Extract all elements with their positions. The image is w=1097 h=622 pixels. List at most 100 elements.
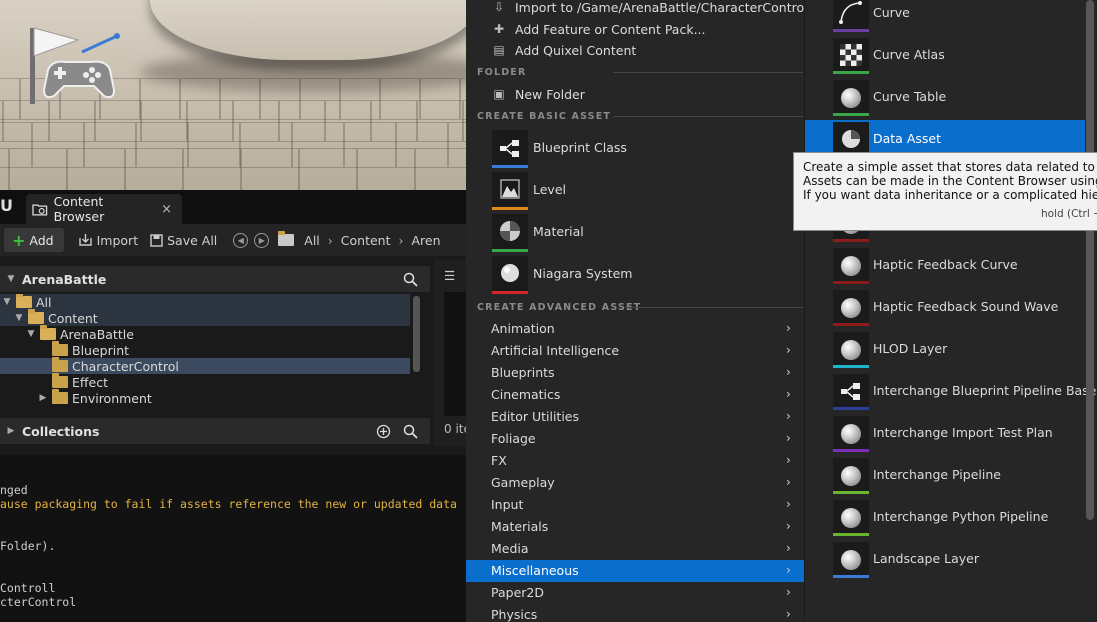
tree-item-content[interactable]: ▼ Content (0, 309, 410, 326)
asset-type-color-bar (492, 291, 528, 294)
submenu-item-interchange-blueprint-pipeline-base[interactable]: Interchange Blueprint Pipeline Base (805, 372, 1096, 412)
save-all-button[interactable]: Save All (144, 228, 223, 252)
floor-tile (183, 148, 241, 190)
menu-add-feature-pack[interactable]: ✚ Add Feature or Content Pack... (466, 18, 804, 40)
submenu-item-label: HLOD Layer (873, 341, 948, 356)
tree-scrollbar[interactable] (413, 296, 420, 372)
category-label: Animation (491, 321, 555, 336)
forward-icon[interactable]: ▶ (254, 232, 270, 248)
sources-header[interactable]: ▼ ArenaBattle (0, 266, 430, 292)
submenu-item-interchange-python-pipeline[interactable]: Interchange Python Pipeline (805, 498, 1085, 538)
folder-icon (28, 309, 44, 324)
tab-bar: U Content Browser × (0, 190, 466, 224)
collapsed-caret-icon[interactable]: ▶ (38, 393, 48, 403)
basic-asset-material[interactable]: Material (492, 214, 804, 252)
category-fx[interactable]: FX › (466, 450, 804, 472)
player-start-icon[interactable] (22, 22, 132, 107)
node-graph-glyph (841, 383, 860, 400)
category-physics[interactable]: Physics › (466, 604, 804, 622)
floor-tile (357, 148, 415, 190)
level-viewport[interactable] (0, 0, 466, 190)
basic-asset-niagara-system[interactable]: Niagara System (492, 256, 804, 294)
chevron-right-icon: › (786, 497, 791, 511)
tree-item-arenabattle[interactable]: ▼ ArenaBattle (0, 325, 410, 342)
content-browser-panel: U Content Browser × + Add Import Save Al… (0, 190, 471, 455)
chevron-right-icon: › (786, 519, 791, 533)
submenu-item-label: Interchange Import Test Plan (873, 425, 1053, 440)
basic-asset-blueprint-class[interactable]: Blueprint Class (492, 130, 804, 168)
basic-asset-label: Niagara System (533, 266, 633, 281)
collections-header[interactable]: ▶ Collections (0, 418, 430, 444)
breadcrumb-content[interactable]: Content (339, 228, 393, 252)
collapse-caret-icon[interactable]: ▼ (6, 274, 16, 284)
tab-content-browser[interactable]: Content Browser × (26, 194, 182, 224)
category-gameplay[interactable]: Gameplay › (466, 472, 804, 494)
close-tab-icon[interactable]: × (161, 202, 172, 217)
menu-import[interactable]: ⇩ Import to /Game/ArenaBattle/CharacterC… (466, 0, 820, 18)
category-miscellaneous[interactable]: Miscellaneous › (466, 560, 804, 582)
submenu-item-haptic-feedback-curve[interactable]: Haptic Feedback Curve (805, 246, 1085, 286)
category-input[interactable]: Input › (466, 494, 804, 516)
asset-view-panel: ☰ 0 ite (434, 260, 471, 446)
basic-asset-label: Level (533, 182, 566, 197)
submenu-scrollbar[interactable] (1086, 0, 1094, 520)
filter-icon[interactable]: ☰ (444, 268, 455, 283)
category-foliage[interactable]: Foliage › (466, 428, 804, 450)
asset-type-color-bar (833, 113, 869, 116)
category-artificial-intelligence[interactable]: Artificial Intelligence › (466, 340, 804, 362)
search-collections-icon[interactable] (403, 424, 418, 439)
submenu-item-interchange-import-test-plan[interactable]: Interchange Import Test Plan (805, 414, 1085, 454)
breadcrumb-arena[interactable]: Aren (409, 228, 442, 252)
tab-label: Content Browser (53, 194, 105, 224)
submenu-item-landscape-layer[interactable]: Landscape Layer (805, 540, 1085, 580)
basic-asset-level[interactable]: Level (492, 172, 804, 210)
tree-item-environment[interactable]: ▶ Environment (0, 389, 410, 406)
submenu-item-interchange-pipeline[interactable]: Interchange Pipeline (805, 456, 1085, 496)
category-media[interactable]: Media › (466, 538, 804, 560)
import-button[interactable]: Import (72, 228, 145, 252)
tree-item-charactercontrol[interactable]: CharacterControl (0, 357, 410, 374)
submenu-item-curve-atlas[interactable]: Curve Atlas (805, 36, 1085, 76)
expand-caret-icon[interactable]: ▶ (6, 426, 16, 436)
log-line: Controll (0, 581, 56, 595)
tree-item-label: All (36, 294, 52, 310)
add-button[interactable]: + Add (4, 228, 64, 252)
expanded-caret-icon[interactable]: ▼ (2, 297, 12, 307)
sphere-icon (833, 500, 869, 536)
sphere-icon (833, 458, 869, 494)
submenu-item-hlod-layer[interactable]: HLOD Layer (805, 330, 1085, 370)
chevron-right-icon: › (786, 475, 791, 489)
category-cinematics[interactable]: Cinematics › (466, 384, 804, 406)
asset-type-color-bar (833, 281, 869, 284)
add-collection-icon[interactable] (376, 424, 391, 439)
search-icon[interactable] (403, 272, 418, 287)
sphere-icon (841, 508, 861, 528)
expanded-caret-icon[interactable]: ▼ (14, 313, 24, 323)
chevron-right-icon: › (786, 453, 791, 467)
category-paper2d[interactable]: Paper2D › (466, 582, 804, 604)
category-label: Cinematics (491, 387, 561, 402)
submenu-item-curve[interactable]: Curve (805, 0, 1085, 34)
log-line: nged (0, 483, 28, 497)
tree-item-all[interactable]: ▼ All (0, 294, 410, 310)
submenu-item-curve-table[interactable]: Curve Table (805, 78, 1085, 118)
section-basic-asset: CREATE BASIC ASSET (477, 110, 803, 122)
submenu-item-haptic-feedback-sound-wave[interactable]: Haptic Feedback Sound Wave (805, 288, 1085, 328)
tree-item-label: Content (48, 310, 98, 326)
category-materials[interactable]: Materials › (466, 516, 804, 538)
miscellaneous-submenu: Curve Curve Atlas Curve Table Data Asset Hap… (804, 0, 1097, 622)
tree-item-blueprint[interactable]: Blueprint (0, 341, 410, 358)
asset-grid[interactable] (444, 292, 466, 416)
tree-item-effect[interactable]: Effect (0, 373, 410, 390)
menu-new-folder[interactable]: ▣ New Folder (466, 83, 804, 105)
breadcrumb-all[interactable]: All (302, 228, 322, 252)
back-icon[interactable]: ◀ (233, 232, 249, 248)
category-blueprints[interactable]: Blueprints › (466, 362, 804, 384)
expanded-caret-icon[interactable]: ▼ (26, 329, 36, 339)
submenu-item-label: Curve Atlas (873, 47, 945, 62)
category-animation[interactable]: Animation › (466, 318, 804, 340)
menu-add-quixel[interactable]: ▤ Add Quixel Content (466, 39, 804, 61)
category-editor-utilities[interactable]: Editor Utilities › (466, 406, 804, 428)
category-label: Blueprints (491, 365, 555, 380)
breadcrumb-separator-icon: › (327, 232, 333, 248)
